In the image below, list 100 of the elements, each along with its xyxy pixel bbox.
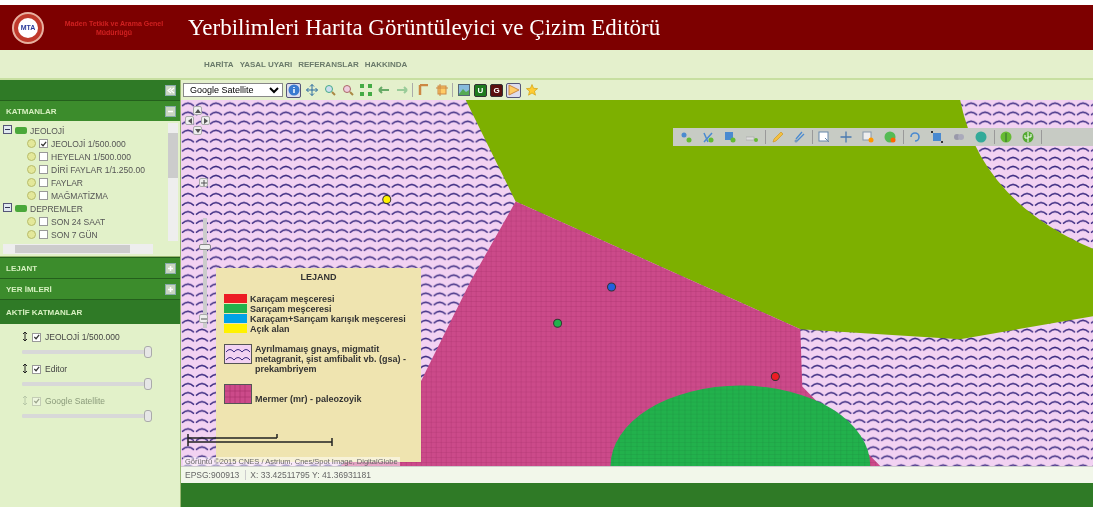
- map-tool-button[interactable]: U: [474, 83, 487, 97]
- drag-handle-icon: [22, 330, 28, 342]
- checkbox[interactable]: [39, 139, 48, 148]
- rotate-icon: [909, 131, 921, 143]
- layer-label: JEOLOJİ 1/500.000: [45, 332, 120, 342]
- layer-label[interactable]: HEYELAN 1/500.000: [51, 151, 131, 162]
- layer-label: Google Satellite: [45, 396, 105, 406]
- plus-icon: [166, 263, 175, 273]
- pencil-icon: [771, 131, 783, 143]
- pan-down-button[interactable]: [193, 126, 202, 135]
- legend-label: Mermer (mr) - paleozoyik: [255, 394, 362, 404]
- nav-link[interactable]: HARİTA: [204, 59, 234, 69]
- group-label[interactable]: JEOLOJİ: [30, 125, 65, 136]
- collapse-button[interactable]: [165, 84, 176, 96]
- scissors-icon: [793, 131, 805, 143]
- map-tool-button[interactable]: [358, 82, 373, 98]
- panel-title: AKTİF KATMANLAR: [6, 307, 83, 317]
- grid-pattern-swatch: [225, 385, 251, 403]
- checkbox[interactable]: [32, 332, 41, 342]
- layer-label[interactable]: SON 24 SAAT: [51, 216, 106, 227]
- select-icon: [818, 131, 830, 143]
- star-icon: [525, 84, 538, 96]
- checkbox[interactable]: [32, 364, 41, 374]
- line-icon: [702, 131, 714, 143]
- map-marker[interactable]: [607, 282, 616, 292]
- vertical-scrollbar[interactable]: [168, 123, 178, 241]
- collapse-button[interactable]: [165, 105, 176, 117]
- collapse-toggle[interactable]: [3, 203, 12, 214]
- zoom-out-button[interactable]: [199, 314, 208, 323]
- status-circle-icon: [27, 191, 36, 200]
- map-tool-button[interactable]: [506, 82, 521, 98]
- plus-icon: [166, 284, 175, 294]
- map-tool-button[interactable]: [416, 82, 431, 98]
- edit-tool-button[interactable]: [930, 130, 944, 144]
- crop-icon: [435, 84, 448, 96]
- cactus-icon: [1022, 131, 1034, 143]
- app-title: Yerbilimleri Harita Görüntüleyici ve Çizim Editörü: [188, 14, 661, 41]
- resize-icon: [931, 131, 943, 143]
- expand-button[interactable]: [165, 283, 176, 295]
- zoom-in-button[interactable]: [199, 178, 208, 187]
- checkbox[interactable]: [39, 152, 48, 161]
- projection-text: EPSG:900913: [185, 470, 240, 480]
- layer-label: Editor: [45, 364, 68, 374]
- wave-pattern-swatch: [225, 345, 251, 363]
- panel-header[interactable]: YER İMLERİ: [0, 278, 180, 299]
- map-marker[interactable]: [553, 318, 563, 328]
- folder-icon: [15, 203, 27, 212]
- zoom-out-icon: [341, 84, 354, 96]
- triangle-icon: [200, 179, 207, 186]
- four-arrows-icon: [305, 84, 318, 96]
- panel-header[interactable]: AKTİF KATMANLAR: [0, 299, 180, 324]
- checkbox[interactable]: [39, 165, 48, 174]
- expand-button[interactable]: [165, 262, 176, 274]
- square-icon: [724, 131, 736, 143]
- pan-up-button[interactable]: [193, 106, 202, 115]
- double-chevron-icon: [166, 85, 175, 95]
- right-arrow-icon: [395, 84, 408, 96]
- legend-title: LEJAND: [299, 272, 338, 282]
- nav-link[interactable]: HAKKINDA: [364, 59, 408, 69]
- map-tool-button[interactable]: [456, 82, 471, 98]
- checkbox[interactable]: [39, 178, 48, 187]
- map-tool-button[interactable]: [304, 82, 319, 98]
- legend-label: Açık alan: [250, 324, 290, 334]
- base-layer-dropdown[interactable]: Google Satellite: [183, 83, 283, 97]
- horizontal-scrollbar[interactable]: [3, 244, 153, 254]
- status-circle-icon: [27, 217, 36, 226]
- panel-header[interactable]: KATMANLAR: [0, 100, 180, 121]
- legend-label: Sarıçam meşceresi: [250, 304, 332, 314]
- map-marker[interactable]: [382, 195, 392, 205]
- layer-label[interactable]: SON 7 GÜN: [51, 229, 98, 240]
- group-label[interactable]: DEPREMLER: [30, 203, 83, 214]
- pan-left-button[interactable]: [185, 116, 194, 125]
- map-tool-button[interactable]: [286, 82, 301, 98]
- panel-header[interactable]: LEJANT: [0, 257, 180, 278]
- status-circle-icon: [27, 178, 36, 187]
- map-tool-button[interactable]: [340, 82, 355, 98]
- corner-squares-icon: [359, 84, 372, 96]
- layer-label[interactable]: JEOLOJİ 1/500.000: [51, 138, 126, 149]
- collapse-toggle[interactable]: [3, 125, 12, 136]
- coordinates-text: X: 33.42511795 Y: 41.36931181: [245, 470, 371, 480]
- checkbox[interactable]: [39, 217, 48, 226]
- circles-icon: [953, 131, 965, 143]
- zoom-slider-thumb[interactable]: [199, 244, 211, 250]
- left-arrow-icon: [377, 84, 390, 96]
- square-icon: [862, 131, 874, 143]
- nav-link[interactable]: YASAL UYARI: [239, 59, 293, 69]
- cross-arrows-icon: [840, 131, 852, 143]
- map-marker[interactable]: [770, 372, 780, 382]
- checkbox[interactable]: [39, 191, 48, 200]
- layer-label[interactable]: DİRİ FAYLAR 1/1.250.00: [51, 164, 145, 175]
- folder-icon: [15, 125, 27, 134]
- nav-link[interactable]: REFERANSLAR: [298, 59, 359, 69]
- map-tool-button[interactable]: G: [490, 83, 503, 97]
- layer-label[interactable]: FAYLAR: [51, 177, 83, 188]
- checkbox[interactable]: [39, 230, 48, 239]
- globe-icon: [884, 131, 896, 143]
- pan-right-button[interactable]: [201, 116, 210, 125]
- layer-label[interactable]: MAĞMATİZMA: [51, 190, 108, 201]
- legend-label: Karaçam meşceresi: [250, 294, 335, 304]
- triangle-icon: [507, 84, 520, 96]
